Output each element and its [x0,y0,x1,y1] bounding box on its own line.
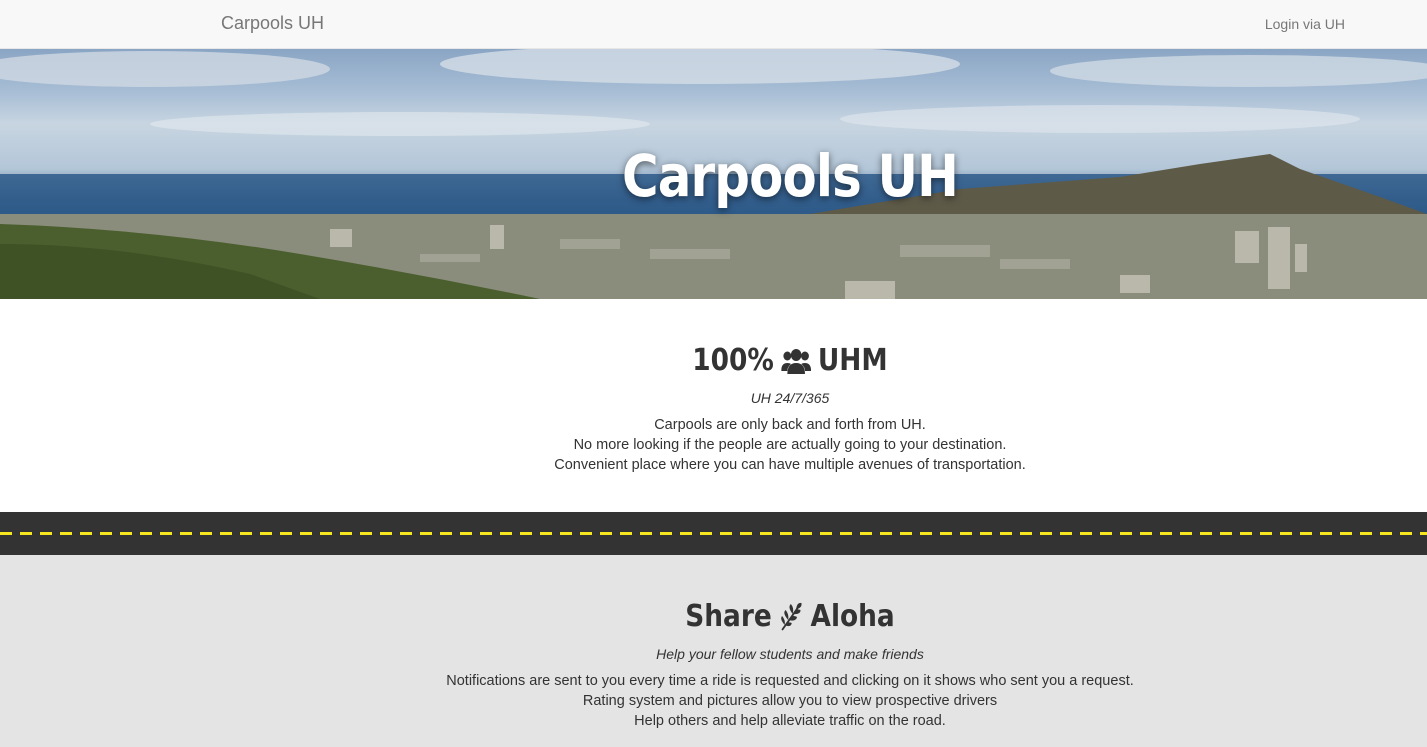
section-aloha-title: Share Aloha [95,599,1351,634]
section-uhm-title-right: UHM [817,343,888,378]
section-uhm-body: Carpools are only back and forth from UH… [0,415,1427,475]
section-uhm-line: Carpools are only back and forth from UH… [654,417,926,433]
users-icon [780,348,811,374]
login-link[interactable]: Login via UH [1265,16,1345,32]
section-aloha-body: Notifications are sent to you every time… [0,671,1427,731]
section-uhm-title: 100% UHM [95,343,1351,378]
hero-title: Carpools UH [621,142,959,210]
brand-link[interactable]: Carpools UH [221,13,324,34]
section-uhm: 100% UHM UH 24/7/365 Carpools are only b… [0,299,1427,512]
section-aloha-line: Rating system and pictures allow you to … [582,693,998,709]
section-aloha-line: Help others and help alleviate traffic o… [634,713,946,729]
road-dashed-line [0,532,1427,535]
section-uhm-line: No more looking if the people are actual… [573,437,1007,453]
section-uhm-subtitle: UH 24/7/365 [750,390,830,406]
navbar: Carpools UH Login via UH [0,0,1427,49]
leaf-icon [781,602,802,631]
section-uhm-title-left: 100% [692,343,774,378]
section-uhm-line: Convenient place where you can have mult… [554,457,1026,473]
section-aloha-subtitle: Help your fellow students and make frien… [656,646,924,662]
section-aloha: Share Aloha Help your fellow students an… [0,555,1427,747]
section-aloha-title-left: Share [685,599,772,634]
road-divider [0,512,1427,555]
section-aloha-title-right: Aloha [810,599,895,634]
section-aloha-line: Notifications are sent to you every time… [446,673,1134,689]
hero-banner: Carpools UH [0,49,1427,299]
